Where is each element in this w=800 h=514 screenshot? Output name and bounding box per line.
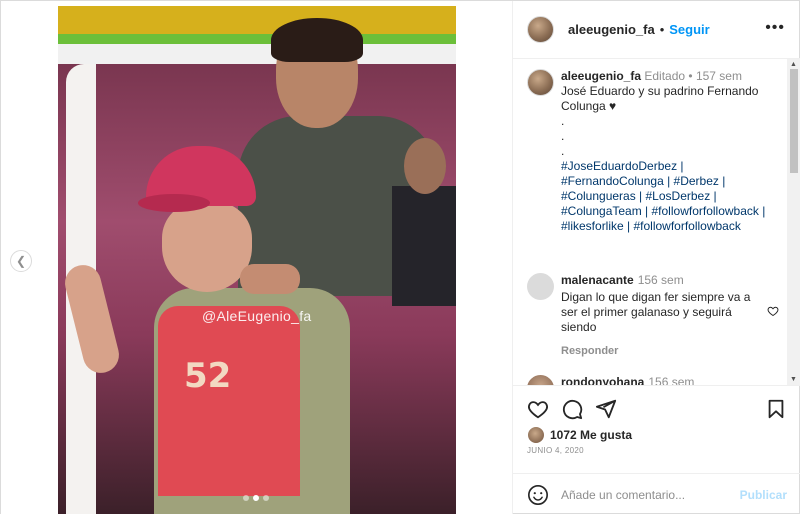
shirt-number: 52 (184, 356, 232, 396)
hashtags-line[interactable]: #JoseEduardoDerbez | (561, 159, 684, 173)
comment-username[interactable]: malenacante (561, 273, 634, 287)
liker-avatar (527, 426, 545, 444)
emoji-icon[interactable] (527, 484, 549, 506)
heart-icon[interactable] (767, 305, 779, 317)
comment-item: malenacante 156 sem Digan lo que digan fe… (527, 273, 779, 357)
carousel-dot (263, 495, 269, 501)
bookmark-icon[interactable] (765, 398, 787, 420)
header-separator: • (659, 22, 665, 37)
photo-watermark: @AleEugenio_fa (202, 308, 312, 324)
add-comment-bar: Publicar (513, 473, 800, 514)
scroll-down-icon[interactable]: ▼ (790, 376, 797, 383)
comment-time[interactable]: 156 sem (638, 273, 684, 287)
caption-dot: . (561, 144, 565, 158)
author-username[interactable]: aleeugenio_fa (568, 22, 655, 37)
caption-avatar[interactable] (527, 69, 554, 96)
scroll-up-icon[interactable]: ▲ (790, 61, 797, 68)
comment-text: Digan lo que digan fer siempre va a ser … (561, 290, 751, 334)
carousel-prev-button[interactable]: ❮ (10, 250, 32, 272)
carousel-dot (243, 495, 249, 501)
comments-scrollbar[interactable]: ▲ ▼ (787, 59, 800, 385)
caption-username[interactable]: aleeugenio_fa (561, 69, 641, 83)
comment-time[interactable]: 156 sem (648, 375, 694, 385)
publish-button[interactable]: Publicar (740, 488, 787, 502)
comment-icon[interactable] (561, 398, 583, 420)
caption-dot: . (561, 129, 565, 143)
carousel-dots (243, 495, 269, 501)
hashtags-line[interactable]: #FernandoColunga | #Derbez | (561, 174, 725, 188)
hashtags-line[interactable]: #ColungaTeam | #followforfollowback | (561, 204, 765, 218)
post-dialog: 52 @AleEugenio_fa ❮ aleeugenio_fa • Segu… (0, 0, 800, 514)
send-icon[interactable] (595, 398, 617, 420)
post-photo[interactable]: 52 @AleEugenio_fa (58, 6, 456, 514)
comments-list[interactable]: aleeugenio_fa Editado • 157 sem José Edu… (513, 59, 800, 385)
carousel-dot-active (253, 495, 259, 501)
comment-input[interactable] (561, 487, 731, 502)
post-header: aleeugenio_fa • Seguir ••• (513, 1, 800, 59)
follow-button[interactable]: Seguir (669, 22, 709, 37)
commenter-avatar[interactable] (527, 375, 554, 385)
comment-item: rondonyohana 156 sem (527, 375, 779, 385)
post-caption: aleeugenio_fa Editado • 157 sem José Edu… (527, 69, 779, 234)
heart-icon[interactable] (527, 398, 549, 420)
author-avatar[interactable] (527, 16, 554, 43)
more-options-icon[interactable]: ••• (765, 19, 785, 37)
caption-time[interactable]: 157 sem (696, 69, 742, 83)
likes-summary[interactable]: 1072 Me gusta (527, 426, 632, 444)
post-date[interactable]: JUNIO 4, 2020 (527, 446, 584, 455)
hashtags-line[interactable]: #likesforlike | #followforfollowback (561, 219, 741, 233)
post-actions (513, 385, 800, 431)
post-media: 52 @AleEugenio_fa ❮ (1, 1, 513, 514)
commenter-avatar[interactable] (527, 273, 554, 300)
hashtags-line[interactable]: #Colungueras | #LosDerbez | (561, 189, 717, 203)
chevron-left-icon: ❮ (15, 254, 27, 268)
caption-dot: . (561, 114, 565, 128)
caption-text: José Eduardo y su padrino Fernando Colun… (561, 84, 759, 113)
comment-username[interactable]: rondonyohana (561, 375, 644, 385)
reply-button[interactable]: Responder (561, 345, 779, 357)
scrollbar-thumb[interactable] (790, 69, 798, 173)
likes-count[interactable]: 1072 Me gusta (550, 428, 632, 442)
post-sidebar: aleeugenio_fa • Seguir ••• aleeugenio_fa… (513, 1, 800, 514)
edited-label: Editado (644, 69, 686, 83)
